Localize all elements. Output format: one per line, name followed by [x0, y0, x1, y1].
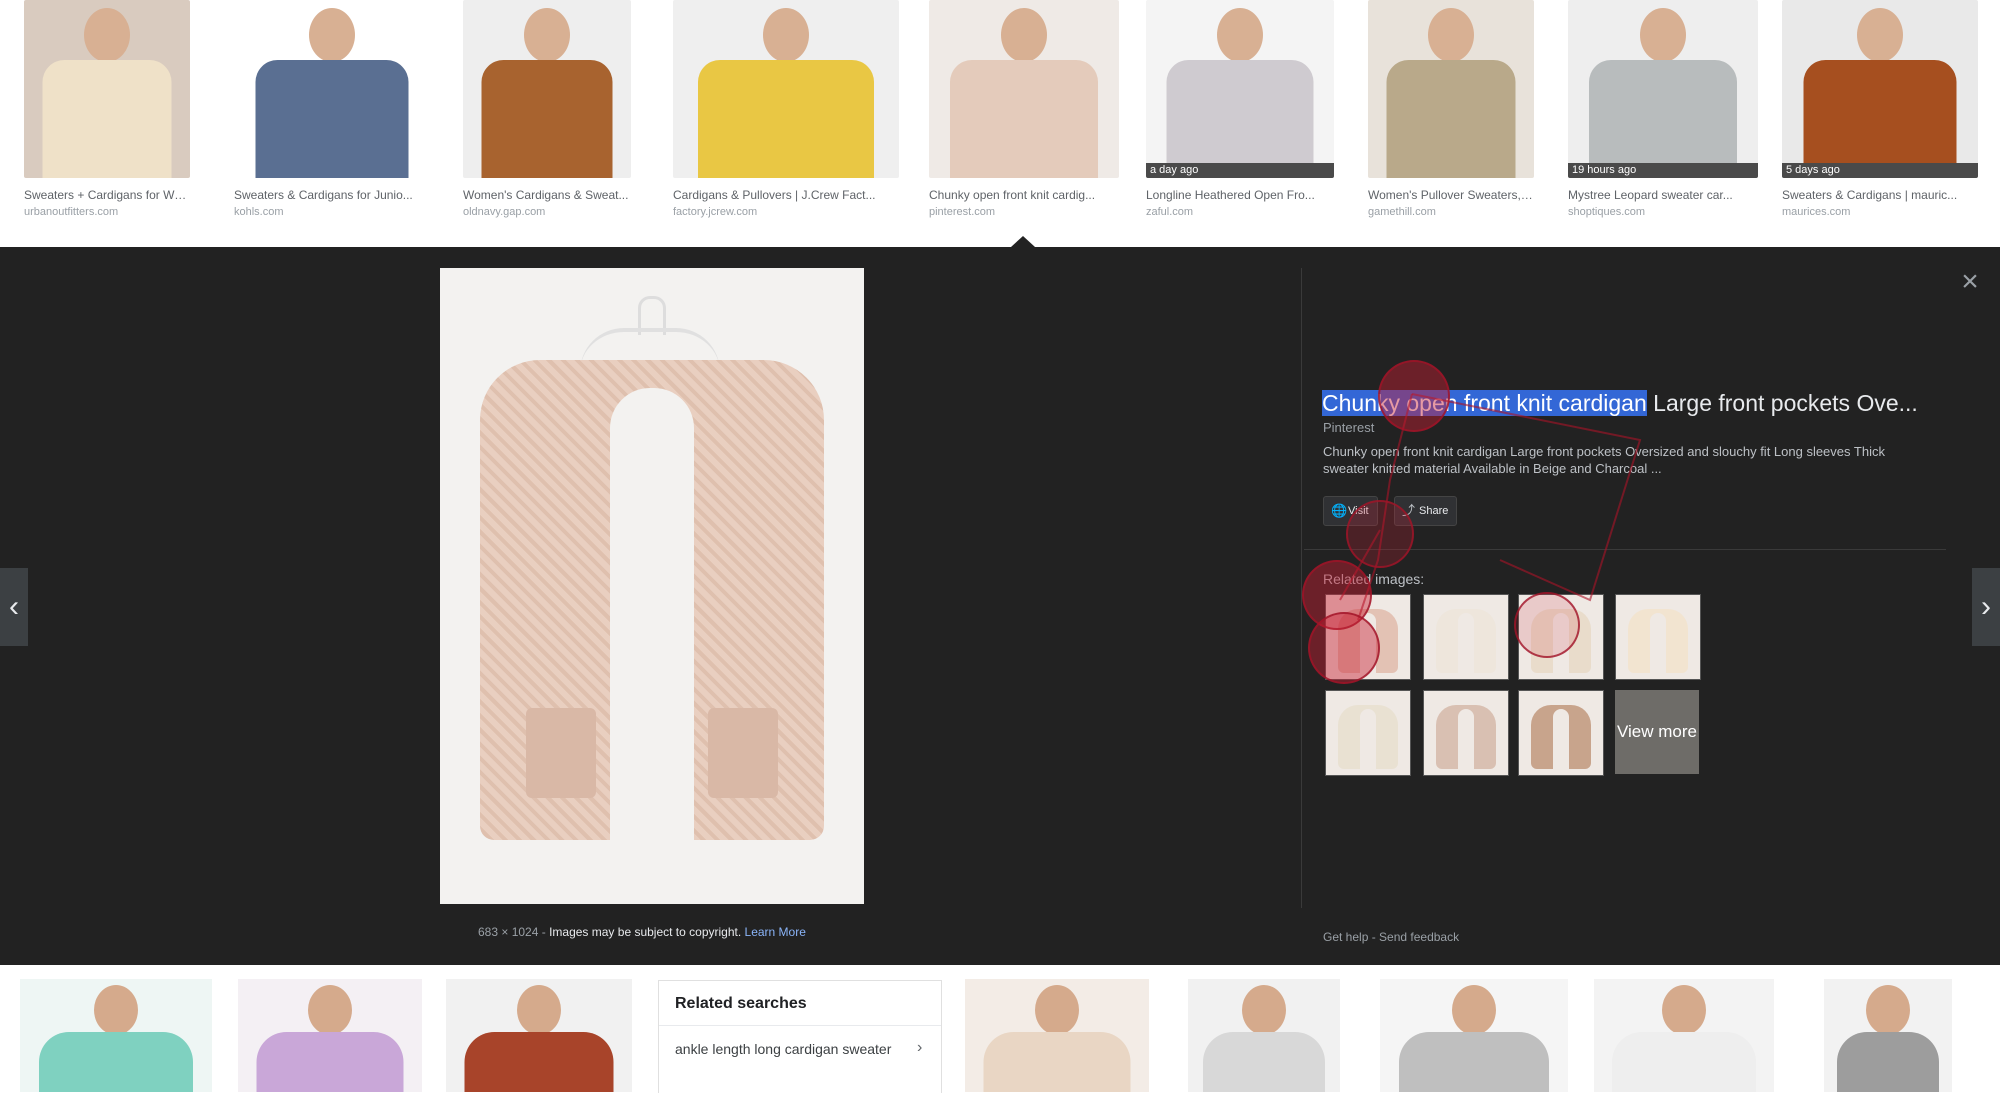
model-head [524, 8, 570, 62]
click-marker [1346, 500, 1414, 568]
globe-icon: 🌐 [1331, 503, 1348, 518]
result-source: kohls.com [234, 206, 284, 218]
result-tile[interactable]: Sweaters & Cardigans for Junio... kohls.c… [234, 0, 430, 230]
top-results-strip: Sweaters + Cardigans for Wo... urbanoutfi… [0, 0, 2000, 245]
result-thumbnail[interactable] [673, 0, 899, 178]
previous-image-button[interactable]: ‹ [0, 568, 28, 646]
result-tile[interactable]: Women's Cardigans & Sweat... oldnavy.gap.… [463, 0, 631, 230]
related-searches-heading: Related searches [675, 995, 807, 1012]
chevron-right-icon: › [917, 1039, 923, 1056]
result-source: oldnavy.gap.com [463, 206, 546, 218]
result-tile[interactable]: Cardigans & Pullovers | J.Crew Fact... fa… [673, 0, 899, 230]
click-marker [1378, 360, 1450, 432]
result-title[interactable]: Sweaters + Cardigans for Wo... [24, 188, 190, 202]
garment-shape [1803, 60, 1957, 178]
result-source: maurices.com [1782, 206, 1851, 218]
image-footer: 683 × 1024 - Images may be subject to co… [478, 925, 806, 939]
model-head [1428, 8, 1474, 62]
model-head [763, 8, 809, 62]
bottom-result-thumbnail[interactable] [238, 979, 422, 1092]
garment-shape [42, 60, 172, 178]
bottom-result-thumbnail[interactable] [446, 979, 632, 1092]
bottom-result-thumbnail[interactable] [965, 979, 1149, 1092]
close-icon[interactable]: × [1956, 267, 1984, 297]
bottom-result-thumbnail[interactable] [1594, 979, 1774, 1092]
result-title[interactable]: Cardigans & Pullovers | J.Crew Fact... [673, 188, 899, 202]
result-tile[interactable]: a day ago Longline Heathered Open Fro... z… [1146, 0, 1334, 230]
result-title[interactable]: Sweaters & Cardigans for Junio... [234, 188, 430, 202]
garment-shape [1166, 60, 1314, 178]
help-feedback-footer[interactable]: Get help - Send feedback [1323, 930, 1459, 944]
model-head [1217, 8, 1263, 62]
click-marker [1308, 612, 1380, 684]
time-badge: 5 days ago [1782, 163, 1978, 178]
result-source: shoptiques.com [1568, 206, 1646, 218]
result-thumbnail[interactable] [929, 0, 1119, 178]
garment-shape [1386, 60, 1516, 178]
result-source: zaful.com [1146, 206, 1194, 218]
result-thumbnail[interactable] [234, 0, 430, 178]
image-dimensions: 683 × 1024 [478, 925, 539, 939]
learn-more-link[interactable]: Learn More [745, 925, 806, 939]
result-title[interactable]: Women's Cardigans & Sweat... [463, 188, 631, 202]
result-source: gamethill.com [1368, 206, 1436, 218]
model-head [1640, 8, 1686, 62]
result-source: pinterest.com [929, 206, 996, 218]
bottom-result-thumbnail[interactable] [20, 979, 212, 1092]
result-source: factory.jcrew.com [673, 206, 758, 218]
click-marker [1514, 592, 1580, 658]
garment-shape [1589, 60, 1737, 178]
result-thumbnail[interactable] [1368, 0, 1534, 178]
result-title[interactable]: Mystree Leopard sweater car... [1568, 188, 1758, 202]
model-head [309, 8, 355, 62]
bottom-result-thumbnail[interactable] [1188, 979, 1340, 1092]
time-badge: 19 hours ago [1568, 163, 1758, 178]
result-tile[interactable]: Sweaters + Cardigans for Wo... urbanoutfi… [24, 0, 190, 230]
related-image-thumb[interactable] [1615, 594, 1701, 680]
garment-shape [698, 60, 874, 178]
view-more-button[interactable]: View more [1615, 690, 1699, 774]
result-title[interactable]: Chunky open front knit cardig... [929, 188, 1119, 202]
next-image-button[interactable]: › [1972, 568, 2000, 646]
result-title[interactable]: Longline Heathered Open Fro... [1146, 188, 1334, 202]
result-thumbnail[interactable] [24, 0, 190, 178]
result-tile[interactable]: 5 days ago Sweaters & Cardigans | mauric.… [1782, 0, 1978, 230]
result-thumbnail[interactable] [463, 0, 631, 178]
result-title[interactable]: Women's Pullover Sweaters, ... [1368, 188, 1534, 202]
garment-shape [481, 60, 613, 178]
result-source: urbanoutfitters.com [24, 206, 119, 218]
related-image-thumb[interactable] [1423, 690, 1509, 776]
result-title[interactable]: Sweaters & Cardigans | mauric... [1782, 188, 1978, 202]
result-tile[interactable]: Chunky open front knit cardig... pinteres… [929, 0, 1119, 230]
bottom-results-strip [0, 965, 2000, 1092]
related-searches-card: Related searches ankle length long cardi… [658, 980, 942, 1093]
selected-result-pointer [1011, 236, 1035, 247]
garment-shape [950, 60, 1098, 178]
preview-source[interactable]: Pinterest [1323, 420, 1374, 435]
result-tile[interactable]: 19 hours ago Mystree Leopard sweater car.… [1568, 0, 1758, 230]
related-image-thumb[interactable] [1423, 594, 1509, 680]
preview-description: Chunky open front knit cardigan Large fr… [1323, 444, 1885, 476]
model-head [84, 8, 130, 62]
time-badge: a day ago [1146, 163, 1334, 178]
copyright-notice: Images may be subject to copyright. [549, 925, 742, 939]
bottom-result-thumbnail[interactable] [1824, 979, 1952, 1092]
result-tile[interactable]: Women's Pullover Sweaters, ... gamethill.… [1368, 0, 1534, 230]
result-thumbnail[interactable]: a day ago [1146, 0, 1334, 178]
result-thumbnail[interactable]: 5 days ago [1782, 0, 1978, 178]
preview-main-image[interactable] [440, 268, 864, 904]
related-image-thumb[interactable] [1325, 690, 1411, 776]
model-head [1857, 8, 1903, 62]
related-image-thumb[interactable] [1518, 690, 1604, 776]
related-search-item[interactable]: ankle length long cardigan sweater [675, 1041, 891, 1057]
bottom-result-thumbnail[interactable] [1380, 979, 1568, 1092]
result-thumbnail[interactable]: 19 hours ago [1568, 0, 1758, 178]
model-head [1001, 8, 1047, 62]
garment-shape [255, 60, 409, 178]
selected-title-text: Chunky open front knit cardigan [1322, 390, 1647, 416]
